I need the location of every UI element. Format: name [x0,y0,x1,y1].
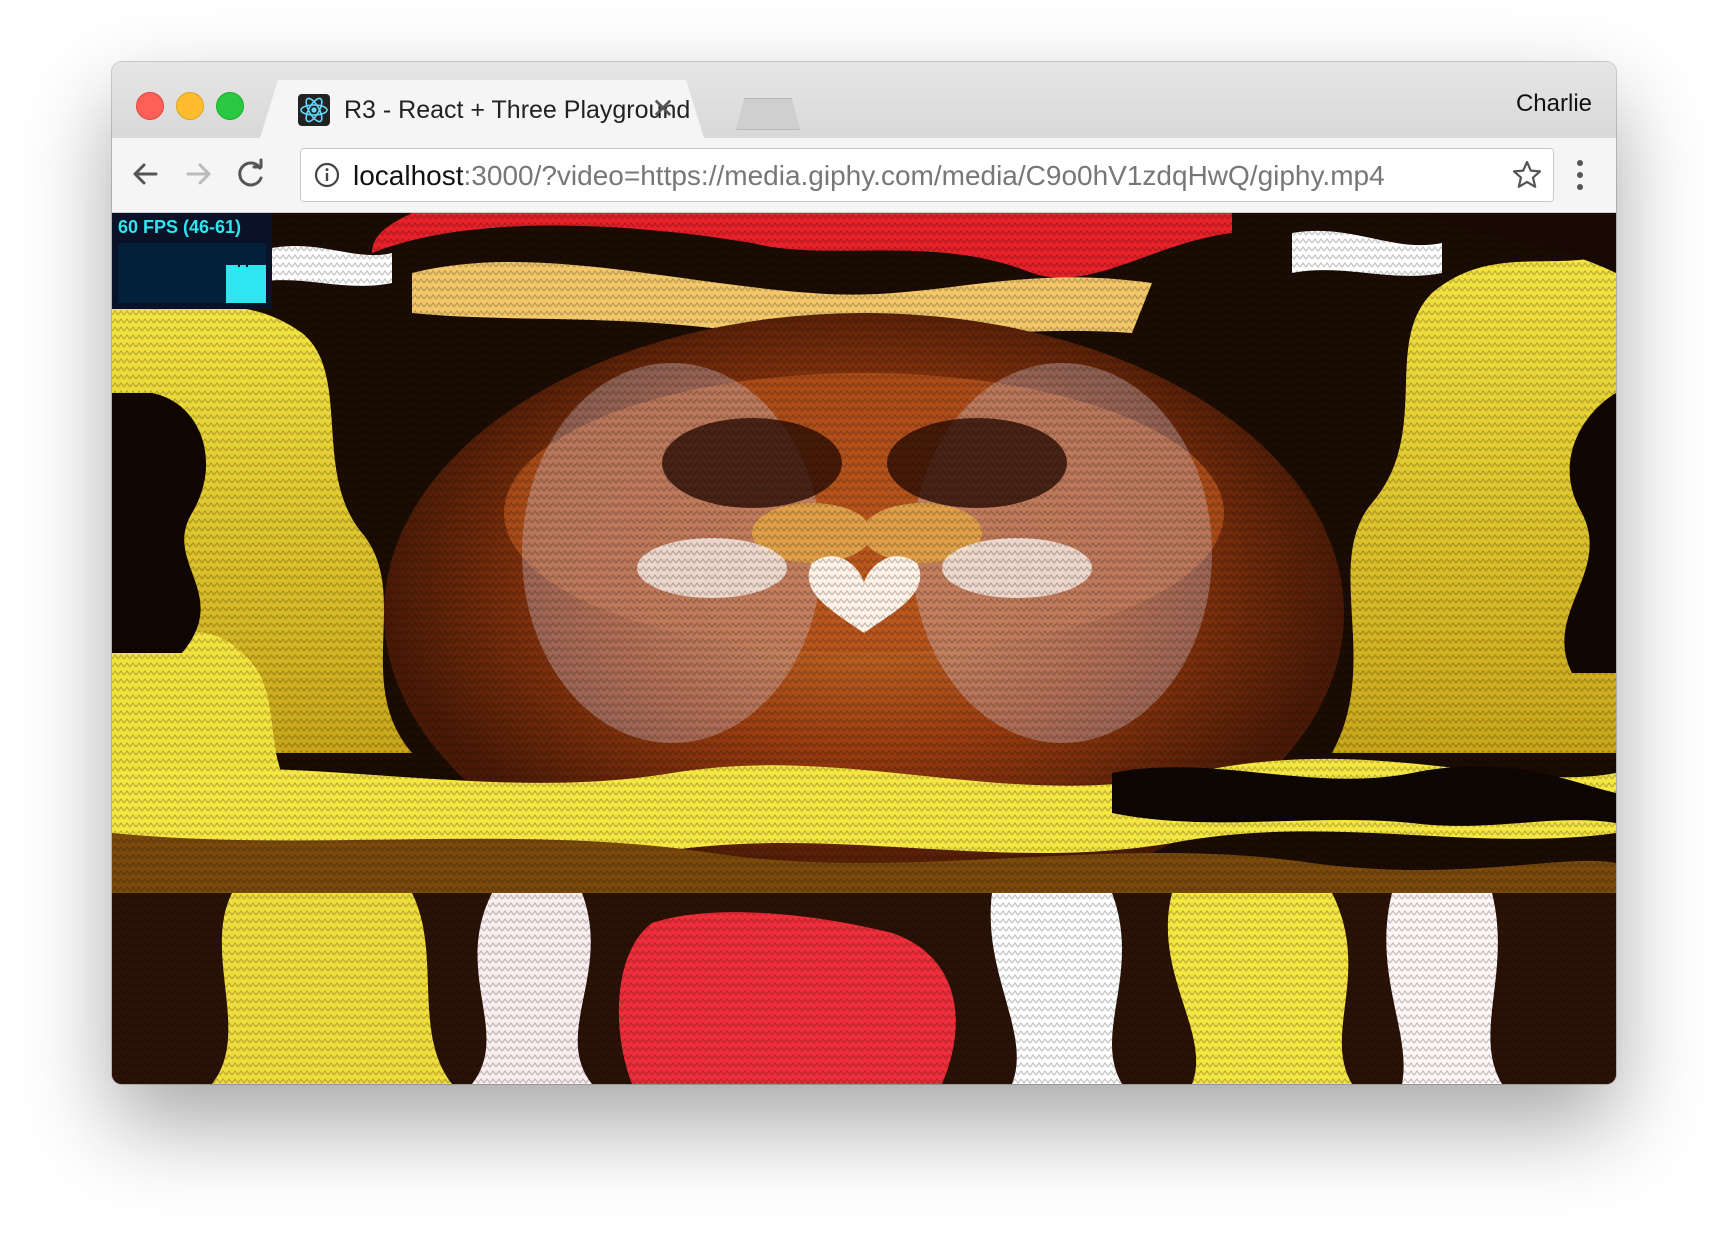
address-bar[interactable]: localhost:3000/?video=https://media.giph… [300,148,1554,202]
browser-toolbar: localhost:3000/?video=https://media.giph… [112,138,1616,213]
fps-stats-panel[interactable]: 60 FPS (46-61) [112,213,272,309]
fps-readout: 60 FPS (46-61) [118,217,242,237]
back-arrow-icon[interactable] [126,154,166,194]
star-icon[interactable] [1509,157,1545,193]
profile-name[interactable]: Charlie [1516,90,1592,118]
new-tab-button[interactable] [736,98,800,130]
tab-close-icon[interactable]: ✕ [650,92,676,125]
minimize-window-button[interactable] [176,92,204,120]
tab-title: R3 - React + Three Playground [344,96,691,124]
tab-active[interactable]: R3 - React + Three Playground ✕ [260,80,704,138]
url-path: :3000/?video=https://media.giphy.com/med… [463,160,1385,191]
forward-arrow-icon[interactable] [178,154,218,194]
fps-graph [118,243,266,303]
title-bar: R3 - React + Three Playground ✕ Charlie [112,62,1616,138]
reload-icon[interactable] [230,154,270,194]
kebab-menu-icon[interactable] [1574,156,1586,194]
close-window-button[interactable] [136,92,164,120]
webgl-canvas[interactable]: 60 FPS (46-61) [112,213,1616,1084]
browser-window: R3 - React + Three Playground ✕ Charlie … [112,62,1616,1084]
info-icon[interactable] [313,161,341,189]
url-host: localhost [353,160,464,191]
react-atom-icon [298,94,330,126]
maximize-window-button[interactable] [216,92,244,120]
glitched-video-frame [112,213,1616,1084]
url-text[interactable]: localhost:3000/?video=https://media.giph… [353,160,1385,192]
